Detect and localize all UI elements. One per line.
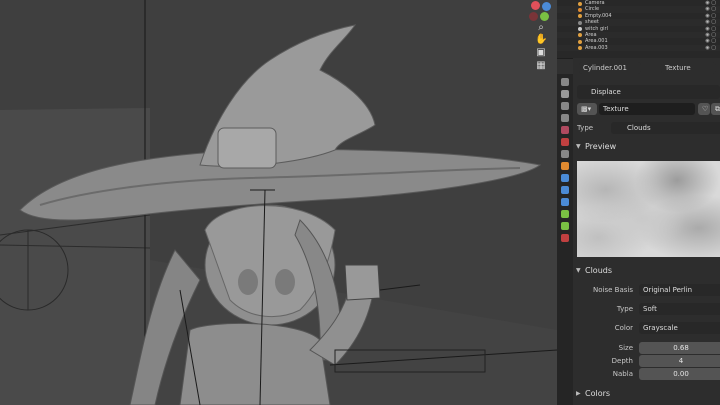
outliner-row-label: sheet [585, 19, 599, 26]
collection-icon [578, 27, 582, 32]
zoom-icon[interactable]: ⌕ [535, 22, 547, 34]
x-axis-icon[interactable] [531, 1, 540, 10]
outliner-row[interactable]: Area.003 ◉ ▢ [557, 44, 720, 52]
outliner[interactable]: Camera ◉ ▢ Circle ◉ ▢ Empty.004 ◉ ▢ sheet ◉ … [557, 0, 720, 58]
modifier-tab-icon[interactable] [561, 174, 569, 182]
texture-context-field[interactable]: Texture [661, 62, 716, 74]
fake-user-button[interactable]: ♡ [698, 103, 710, 115]
expand-icon: ▼ [576, 267, 581, 274]
colors-panel-header[interactable]: ▶ Colors [573, 387, 720, 401]
light-icon [578, 33, 582, 38]
nabla-field[interactable]: 0.00 [639, 368, 720, 380]
camera-icon[interactable]: ▣ [535, 47, 547, 59]
outliner-row-label: Empty.004 [585, 12, 612, 19]
light-icon [578, 46, 582, 51]
properties-panel: Cylinder.001 Texture Displace ▩▾ Texture… [573, 58, 720, 405]
constraints-tab-icon[interactable] [561, 210, 569, 218]
grid-icon[interactable]: ▦ [535, 60, 547, 72]
modifier-selector[interactable]: Displace [577, 85, 720, 99]
collection-tab-icon[interactable] [561, 150, 569, 158]
color-label: Color [614, 324, 633, 332]
noise-basis-label: Noise Basis [593, 286, 633, 294]
colors-label: Colors [585, 389, 611, 398]
particles-tab-icon[interactable] [561, 186, 569, 194]
noise-type-dropdown[interactable]: Soft [639, 303, 720, 315]
size-field[interactable]: 0.68 [639, 342, 720, 354]
neg-x-axis-icon[interactable] [529, 12, 538, 21]
collection-icon [578, 20, 582, 25]
clouds-panel-header[interactable]: ▼ Clouds [573, 264, 720, 278]
outliner-row-label: Area.001 [585, 38, 608, 45]
material-tab-icon[interactable] [561, 234, 569, 242]
render-tab-icon[interactable] [561, 90, 569, 98]
empty-icon [578, 14, 582, 19]
noise-basis-dropdown[interactable]: Original Perlin [639, 284, 720, 296]
noise-type-label: Type [616, 305, 633, 313]
outliner-row-label: Area.003 [585, 44, 608, 51]
character-body [179, 322, 331, 405]
texture-type-dropdown[interactable]: Clouds [611, 122, 720, 134]
size-label: Size [618, 344, 633, 352]
duplicate-button[interactable]: ⧉ [711, 103, 720, 115]
world-tab-icon[interactable] [561, 138, 569, 146]
tool-tab-icon[interactable] [561, 78, 569, 86]
depth-field[interactable]: 4 [639, 355, 720, 367]
output-tab-icon[interactable] [561, 102, 569, 110]
scene-tab-icon[interactable] [561, 126, 569, 134]
nabla-label: Nabla [612, 370, 633, 378]
color-dropdown[interactable]: Grayscale [639, 322, 720, 334]
view-layer-tab-icon[interactable] [561, 114, 569, 122]
physics-tab-icon[interactable] [561, 198, 569, 206]
outliner-row-label: Area [585, 31, 597, 38]
background-wall-plane [0, 108, 150, 405]
z-axis-icon[interactable] [542, 2, 551, 11]
visibility-icon[interactable]: ◉ ▢ [705, 45, 716, 51]
circle-icon [578, 7, 582, 12]
3d-viewport[interactable]: ⌕ ✋ ▣ ▦ [0, 0, 557, 405]
texture-name-field[interactable]: Texture [599, 103, 695, 115]
depth-label: Depth [611, 357, 633, 365]
texture-browse-button[interactable]: ▩▾ [577, 103, 597, 115]
outliner-row-label: Circle [585, 6, 600, 13]
expand-icon: ▼ [576, 143, 581, 150]
preview-label: Preview [585, 142, 617, 151]
object-name-field[interactable]: Cylinder.001 [579, 62, 641, 74]
preview-panel-header[interactable]: ▼ Preview [573, 140, 720, 154]
hat-buckle [217, 127, 277, 169]
light-icon [578, 39, 582, 44]
clouds-label: Clouds [585, 266, 613, 275]
navigation-gizmo[interactable]: ⌕ ✋ ▣ ▦ [515, 0, 555, 100]
data-tab-icon[interactable] [561, 222, 569, 230]
texture-preview [577, 161, 720, 257]
outliner-row-label: witch girl [585, 25, 608, 32]
collapse-icon: ▶ [576, 390, 581, 397]
type-label: Type [577, 124, 594, 132]
properties-tabs [557, 74, 573, 405]
y-axis-icon[interactable] [540, 12, 549, 21]
outliner-row-label: Camera [585, 0, 605, 6]
viewport-scene [0, 0, 557, 405]
camera-icon [578, 1, 582, 6]
object-tab-icon[interactable] [561, 162, 569, 170]
hand-icon[interactable]: ✋ [535, 34, 547, 46]
